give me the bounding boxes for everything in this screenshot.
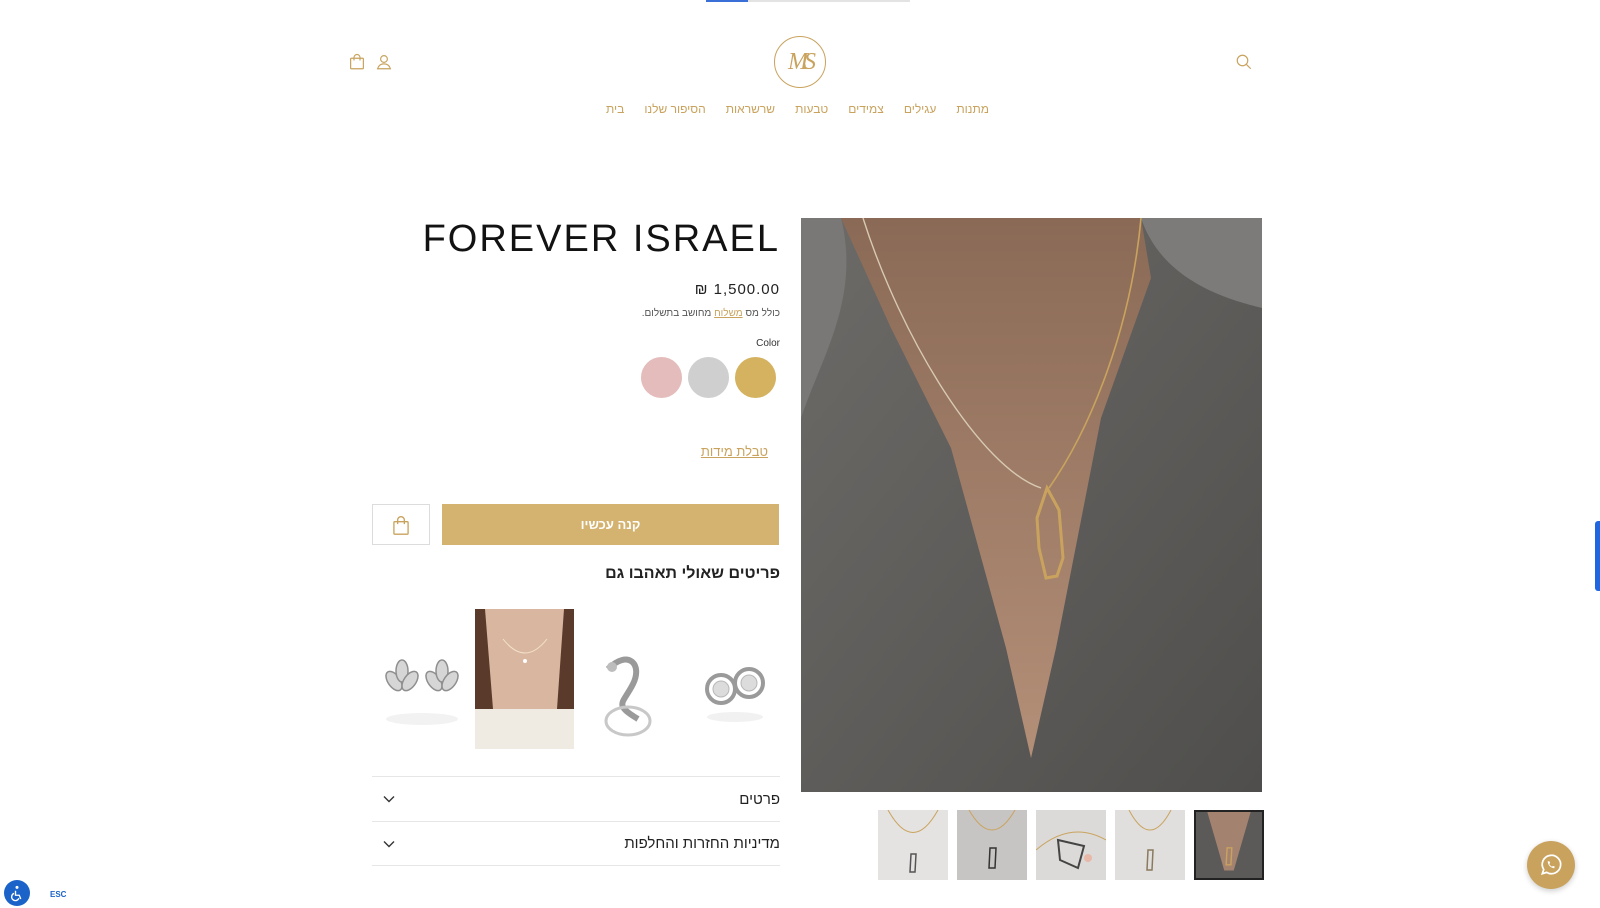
related-products-title: פריטים שאולי תאהבו גם [605, 565, 780, 582]
tax-note: כולל מס משלוח מחושב בתשלום. [642, 308, 780, 319]
halo-earrings-image [681, 609, 780, 749]
color-label: Color [756, 338, 780, 349]
size-chart-link[interactable]: טבלת מידות [701, 444, 768, 459]
necklace-model-image [475, 609, 574, 749]
related-product-wrap-ring[interactable] [578, 609, 677, 749]
product-accordion: פרטים מדיניות החזרות והחלפות [372, 776, 780, 866]
accessibility-button[interactable] [4, 880, 30, 906]
whatsapp-chat-button[interactable] [1527, 841, 1575, 889]
thumbnail-4[interactable] [1115, 810, 1185, 880]
shipping-link[interactable]: משלוח [714, 308, 743, 319]
chevron-down-icon [382, 792, 396, 806]
buy-now-button[interactable]: קנה עכשיו [442, 504, 779, 545]
color-swatch-silver[interactable] [688, 357, 729, 398]
related-product-halo-earrings[interactable] [681, 609, 780, 749]
color-swatch-gold[interactable] [735, 357, 776, 398]
progress-fill [706, 0, 748, 2]
thumbnail-5-image [1196, 812, 1262, 878]
thumbnail-5-active[interactable] [1194, 810, 1264, 880]
accordion-returns-policy[interactable]: מדיניות החזרות והחלפות [372, 821, 780, 866]
nav-item-gifts[interactable]: מתנות [956, 102, 989, 116]
cart-icon [350, 53, 364, 70]
thumbnail-1-image [878, 810, 948, 880]
main-product-image[interactable] [801, 218, 1262, 792]
thumbnail-strip [878, 810, 1264, 880]
product-title: FOREVER ISRAEL [422, 218, 780, 260]
shopping-bag-icon [393, 515, 409, 535]
chevron-down-icon [382, 837, 396, 851]
cart-button[interactable] [345, 50, 369, 74]
logo-monogram: MS [788, 48, 816, 75]
main-nav: בית הסיפור שלנו שרשראות טבעות צמידים עגי… [606, 102, 989, 116]
nav-item-bracelets[interactable]: צמידים [848, 102, 884, 116]
model-necklace-photo [801, 218, 1262, 792]
nav-item-our-story[interactable]: הסיפור שלנו [644, 102, 705, 116]
tax-note-prefix: כולל מס [745, 308, 780, 319]
wrap-ring-image [578, 609, 677, 749]
esc-shortcut-label: ESC [50, 890, 67, 899]
related-product-necklace-model[interactable] [475, 609, 574, 749]
thumbnail-3-image [1036, 810, 1106, 880]
nav-item-rings[interactable]: טבעות [795, 102, 828, 116]
thumbnail-3[interactable] [1036, 810, 1106, 880]
accordion-returns-label: מדיניות החזרות והחלפות [624, 835, 780, 852]
thumbnail-2-image [957, 810, 1027, 880]
top-progress-bar [706, 0, 910, 2]
side-feedback-tab[interactable] [1595, 521, 1600, 591]
search-button[interactable] [1232, 50, 1256, 74]
related-product-leaf-earrings[interactable] [372, 609, 471, 749]
account-button[interactable] [372, 50, 396, 74]
related-products [372, 609, 780, 749]
tax-note-suffix: מחושב בתשלום. [641, 308, 712, 319]
accessibility-icon [10, 885, 22, 902]
thumbnail-2[interactable] [957, 810, 1027, 880]
user-icon [376, 55, 392, 70]
accordion-details[interactable]: פרטים [372, 776, 780, 821]
thumbnail-4-image [1115, 810, 1185, 880]
leaf-earrings-image [372, 609, 471, 749]
brand-logo[interactable]: MS [774, 36, 826, 88]
product-price: ₪ 1,500.00 [694, 281, 780, 298]
thumbnail-1[interactable] [878, 810, 948, 880]
accordion-details-label: פרטים [739, 790, 780, 808]
nav-item-home[interactable]: בית [606, 102, 624, 116]
nav-item-earrings[interactable]: עגילים [904, 102, 937, 116]
search-icon [1236, 54, 1252, 70]
nav-item-necklaces[interactable]: שרשראות [726, 102, 775, 116]
add-to-cart-button[interactable] [372, 504, 430, 545]
whatsapp-icon [1540, 854, 1562, 875]
color-swatch-rose[interactable] [641, 357, 682, 398]
